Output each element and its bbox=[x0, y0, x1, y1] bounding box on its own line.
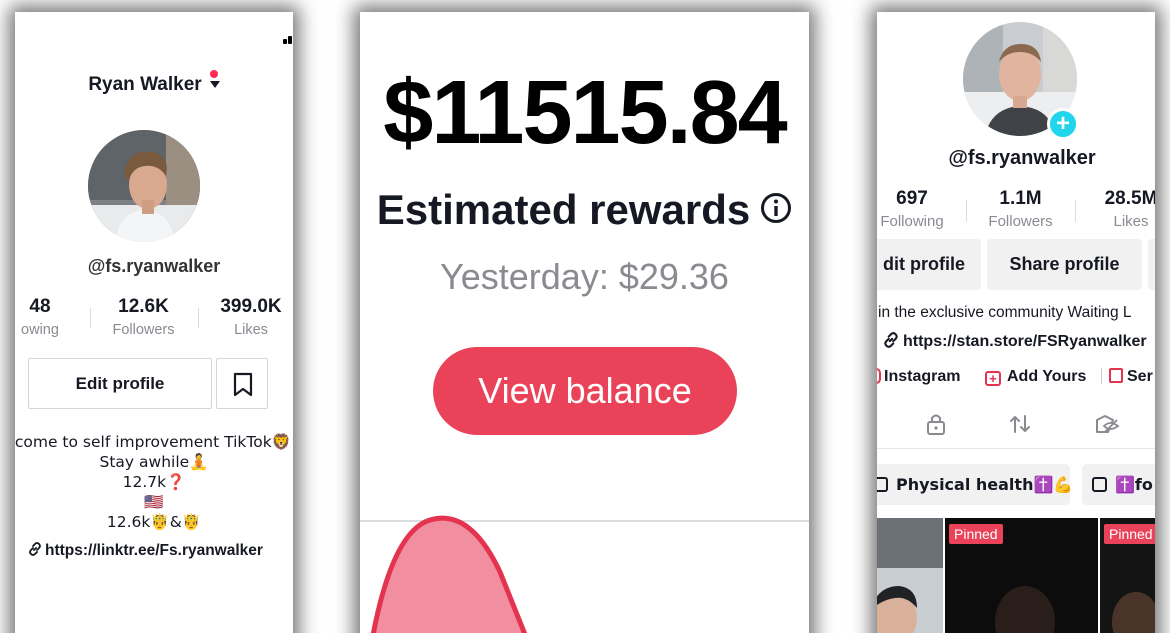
avatar[interactable] bbox=[88, 130, 200, 242]
repost-icon[interactable] bbox=[1008, 412, 1032, 441]
rewards-screen: $11515.84 Estimated rewards Yesterday: $… bbox=[360, 12, 809, 633]
instagram-link[interactable]: Instagram bbox=[877, 368, 960, 386]
playlist-second[interactable]: ✝️fo bbox=[1082, 464, 1155, 505]
link-icon bbox=[29, 542, 41, 556]
bio-link[interactable]: https://stan.store/FSRyanwalker bbox=[883, 332, 1147, 351]
bio-line: 🇺🇸 bbox=[144, 493, 164, 511]
add-yours-link[interactable]: + Add Yours bbox=[985, 368, 1086, 386]
bio-link[interactable]: https://linktr.ee/Fs.ryanwalker bbox=[28, 542, 263, 560]
stat-followers[interactable]: 1.1M Followers bbox=[967, 188, 1074, 230]
pinned-badge: Pinned bbox=[1104, 524, 1155, 544]
add-yours-icon: + bbox=[985, 371, 1001, 386]
profile-bio: elcome to self improvement TikTok🦁 Stay … bbox=[15, 432, 293, 532]
playlist-icon bbox=[1092, 477, 1107, 492]
stat-following[interactable]: 48 owing bbox=[15, 296, 95, 338]
chevron-down-icon bbox=[209, 81, 220, 89]
reward-amount: $11515.84 bbox=[383, 63, 787, 163]
link-icon bbox=[884, 332, 898, 348]
account-switcher[interactable]: Ryan Walker bbox=[15, 74, 293, 96]
instagram-icon bbox=[877, 368, 881, 384]
stat-following[interactable]: 697 Following bbox=[877, 188, 967, 230]
info-icon[interactable] bbox=[760, 186, 792, 234]
earnings-curve-chart bbox=[370, 515, 528, 633]
services-link[interactable]: Ser bbox=[1101, 368, 1153, 386]
video-thumbnail-pinned[interactable]: Pinned bbox=[1100, 518, 1155, 633]
playlist-icon bbox=[877, 477, 888, 492]
edit-profile-button[interactable]: Edit profile bbox=[28, 358, 212, 409]
bio-line: Stay awhile🧘 bbox=[99, 453, 209, 471]
pinned-badge: Pinned bbox=[949, 524, 1003, 544]
estimated-rewards-row: Estimated rewards bbox=[360, 186, 809, 234]
add-avatar-icon[interactable]: + bbox=[1047, 108, 1079, 140]
stat-likes[interactable]: 28.5M Likes bbox=[1076, 188, 1155, 230]
account-name: Ryan Walker bbox=[88, 74, 202, 95]
video-thumbnail[interactable] bbox=[877, 518, 943, 633]
right-profile-screen: + @fs.ryanwalker 697 Following 1.1M Foll… bbox=[877, 12, 1155, 633]
estimated-rewards-label: Estimated rewards bbox=[376, 186, 751, 233]
bio-line: 12.7k❓ bbox=[122, 473, 186, 491]
liked-hidden-icon[interactable] bbox=[1094, 412, 1120, 441]
profile-handle: @fs.ryanwalker bbox=[948, 147, 1096, 169]
bio-line: 12.6k🤴&🤴 bbox=[106, 513, 202, 531]
video-thumbnail-pinned[interactable]: Pinned bbox=[945, 518, 1098, 633]
stat-followers[interactable]: 12.6K Followers bbox=[91, 296, 196, 338]
add-friend-button[interactable] bbox=[1148, 239, 1155, 290]
bookmark-icon bbox=[233, 372, 253, 397]
profile-handle: @fs.ryanwalker bbox=[87, 256, 221, 276]
divider bbox=[1101, 368, 1102, 384]
yesterday-earnings: Yesterday: $29.36 bbox=[440, 256, 729, 297]
left-profile-screen: Ryan Walker @fs.ryanwalker 48 owing 12.6… bbox=[15, 12, 293, 633]
bookmark-button[interactable] bbox=[216, 358, 268, 409]
share-profile-button[interactable]: Share profile bbox=[987, 239, 1142, 290]
view-balance-button[interactable]: View balance bbox=[433, 347, 737, 435]
notification-dot bbox=[210, 70, 218, 78]
stat-likes[interactable]: 399.0K Likes bbox=[199, 296, 293, 338]
store-icon bbox=[1109, 368, 1123, 383]
playlist-physical-health[interactable]: Physical health✝️💪 bbox=[877, 464, 1073, 505]
tab-divider bbox=[877, 448, 1155, 449]
edit-profile-button[interactable]: dit profile bbox=[877, 239, 981, 290]
signal-icon bbox=[283, 36, 293, 44]
profile-bio: in the exclusive community Waiting L bbox=[878, 304, 1132, 321]
lock-icon[interactable] bbox=[925, 412, 947, 441]
bio-line: elcome to self improvement TikTok🦁 bbox=[15, 433, 291, 451]
